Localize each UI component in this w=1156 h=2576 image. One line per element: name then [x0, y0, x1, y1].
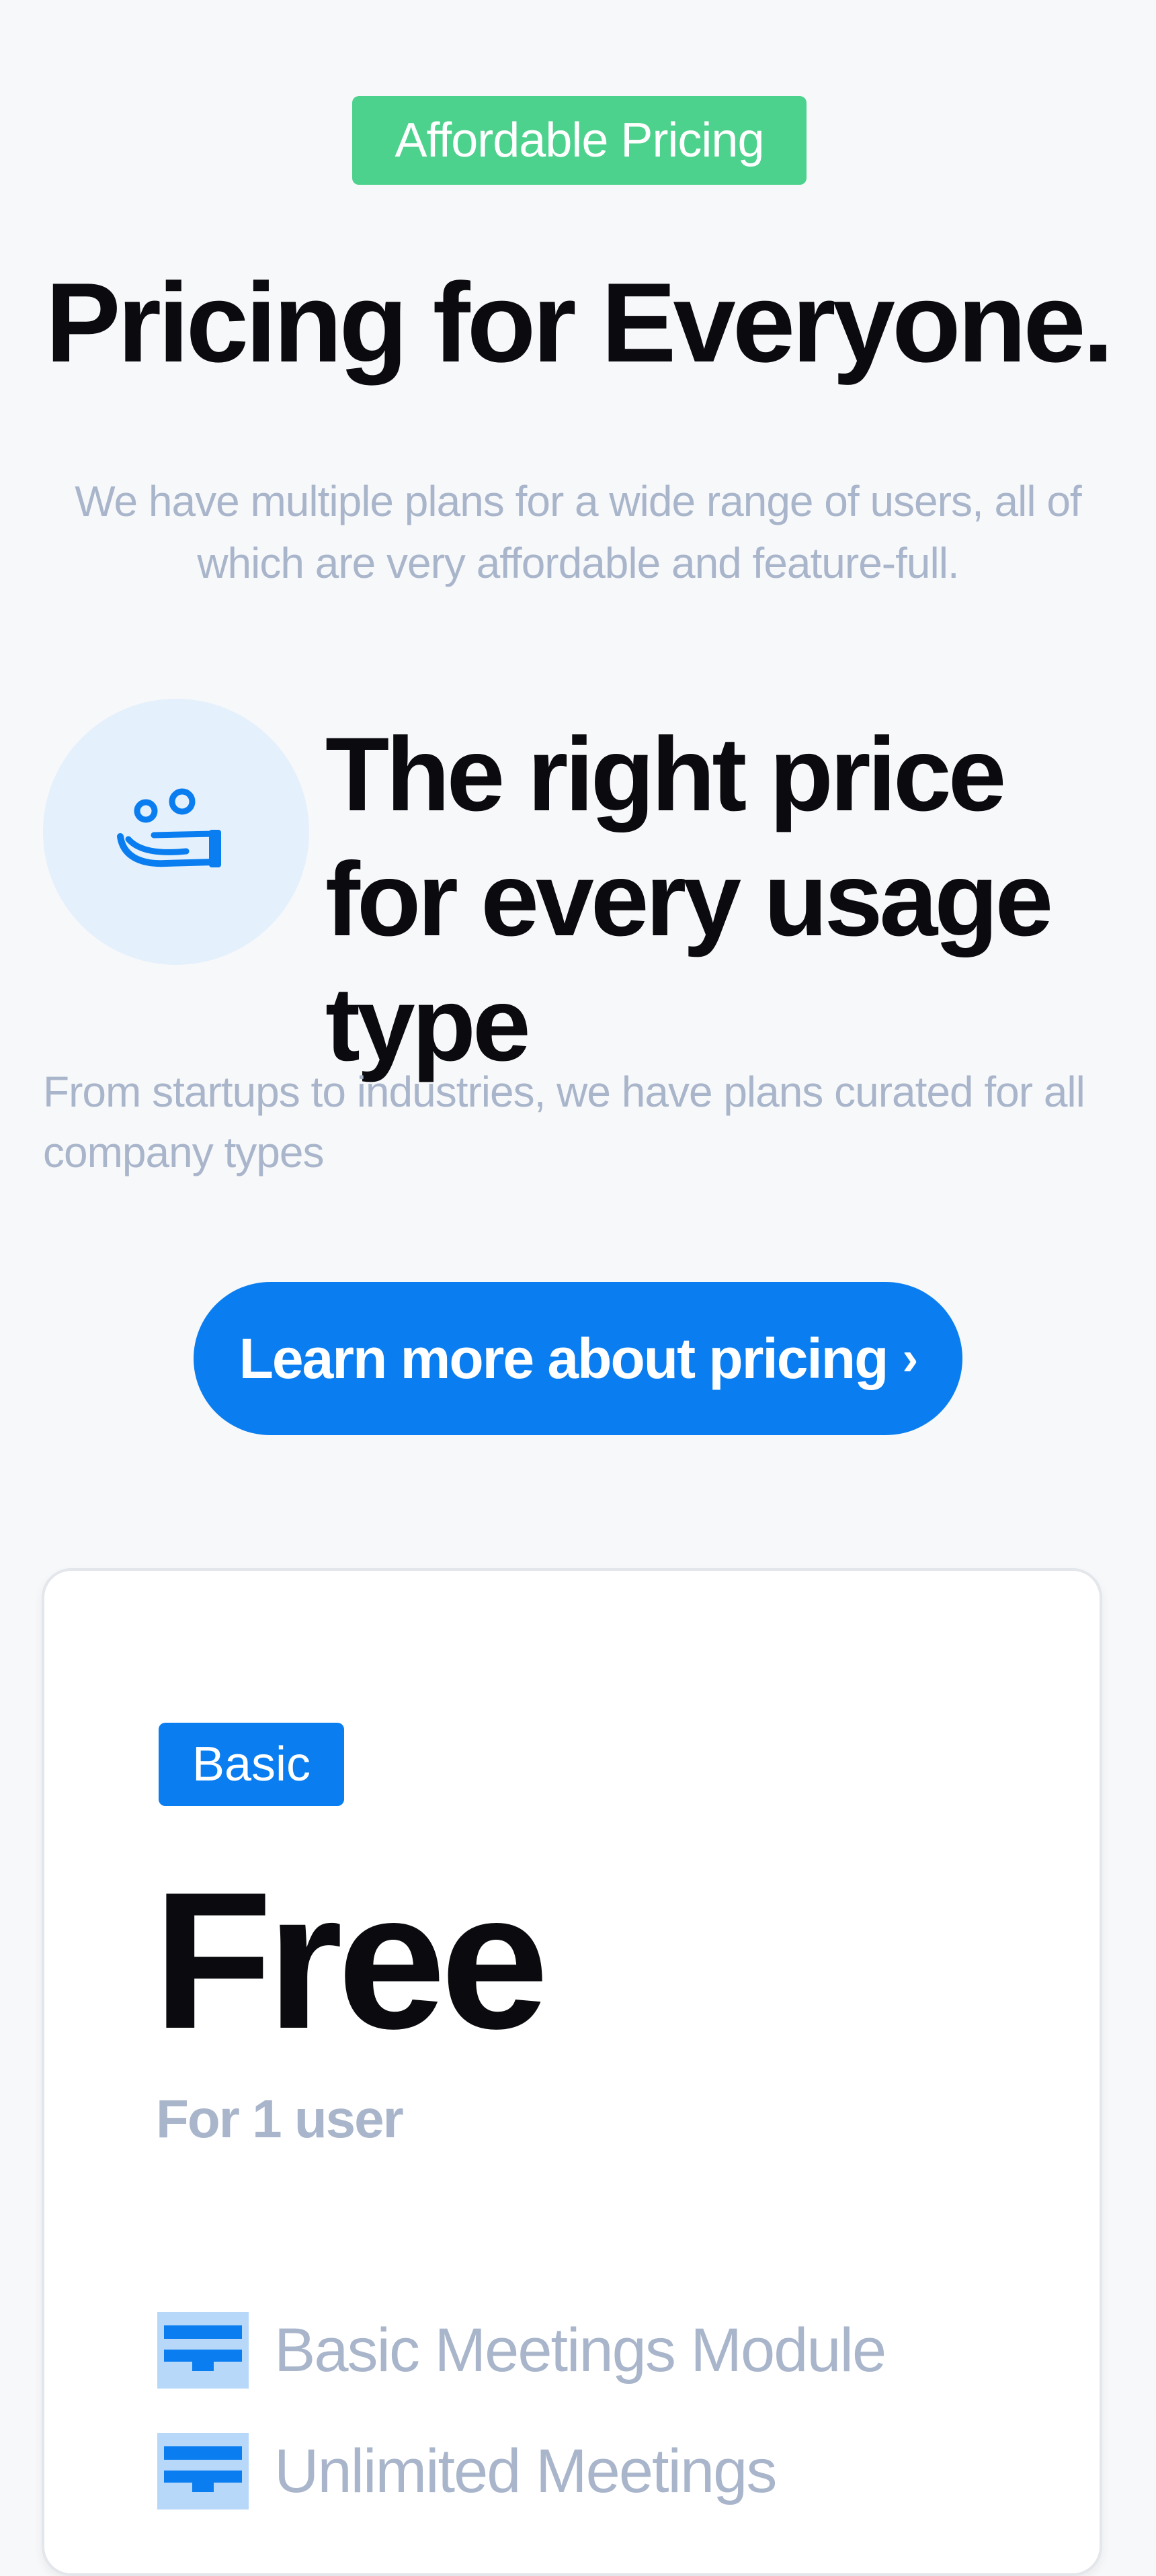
plan-feature-label: Basic Meetings Module — [274, 2315, 886, 2385]
chevron-right-icon: › — [902, 1332, 918, 1385]
pricing-plan-card: Basic Free For 1 user Basic Meetings Mod… — [42, 1568, 1102, 2576]
hand-with-people-icon — [43, 699, 309, 965]
learn-more-pricing-button[interactable]: Learn more about pricing › — [194, 1282, 962, 1435]
plan-price: Free — [153, 1852, 549, 2069]
meetings-module-icon — [157, 2433, 249, 2509]
plan-user-count: For 1 user — [156, 2089, 404, 2149]
page-subtitle: We have multiple plans for a wide range … — [75, 477, 1081, 587]
learn-more-pricing-label: Learn more about pricing — [239, 1326, 889, 1390]
affordable-pricing-badge: Affordable Pricing — [352, 96, 807, 185]
meetings-module-icon — [157, 2312, 249, 2389]
page-title: Pricing for Everyone. — [45, 259, 1114, 386]
feature-title: The right price for every usage type — [325, 716, 1053, 1083]
plan-feature-label: Unlimited Meetings — [274, 2436, 777, 2505]
plan-tag: Basic — [159, 1723, 344, 1806]
feature-subtitle: From startups to industries, we have pla… — [43, 1068, 1085, 1176]
plan-feature-item: Basic Meetings Module — [157, 2310, 886, 2391]
plan-feature-item: Unlimited Meetings — [157, 2431, 885, 2511]
plan-feature-list: Basic Meetings Module Unlimited Meetings — [157, 2310, 886, 2552]
